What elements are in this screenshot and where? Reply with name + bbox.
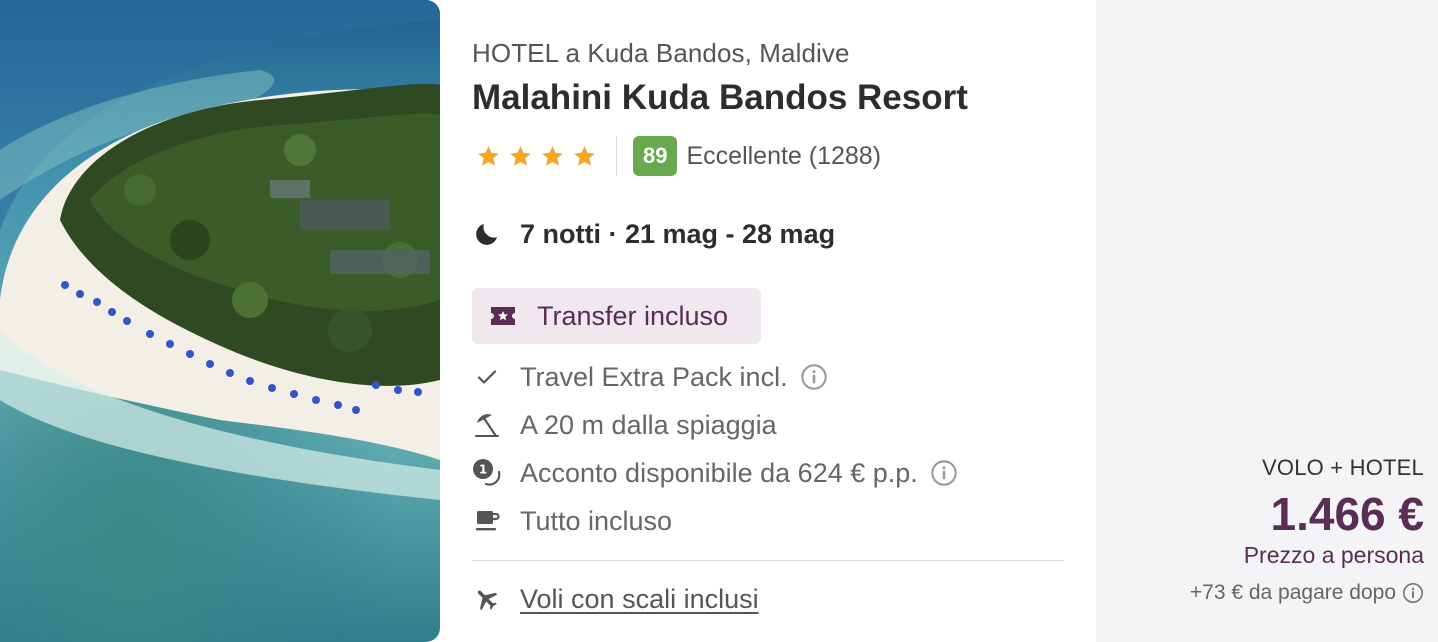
- star-icon: [478, 145, 499, 166]
- star-icon: [510, 145, 531, 166]
- rating-row: 89 Eccellente (1288): [472, 136, 881, 176]
- airplane-icon: [472, 584, 502, 614]
- info-icon[interactable]: [1402, 582, 1424, 604]
- hotel-offer-card[interactable]: HOTEL a Kuda Bandos, Maldive Malahini Ku…: [0, 0, 1438, 642]
- info-icon[interactable]: [800, 363, 828, 391]
- flights-link[interactable]: Voli con scali inclusi: [520, 584, 759, 615]
- divider: [472, 560, 1064, 561]
- star-icon: [542, 145, 563, 166]
- offer-details: HOTEL a Kuda Bandos, Maldive Malahini Ku…: [472, 0, 1064, 642]
- coffee-cup-icon: [472, 506, 502, 536]
- ticket-star-icon: [491, 307, 515, 325]
- pay-later-note: +73 € da pagare dopo: [1124, 581, 1424, 605]
- review-score-badge: 89: [633, 136, 678, 176]
- feature-travel-extra: Travel Extra Pack incl.: [472, 357, 828, 397]
- feature-all-inclusive: Tutto incluso: [472, 501, 672, 541]
- svg-text:1: 1: [479, 463, 487, 477]
- price-panel: VOLO + HOTEL 1.466 € Prezzo a persona +7…: [1124, 455, 1424, 605]
- rating-divider: [616, 136, 617, 176]
- beach-umbrella-icon: [472, 410, 502, 440]
- deposit-coin-icon: 1: [472, 458, 502, 488]
- feature-beach-distance: A 20 m dalla spiaggia: [472, 405, 777, 445]
- transfer-label: Transfer incluso: [537, 300, 729, 331]
- check-icon: [472, 362, 502, 392]
- stay-dates: 7 notti · 21 mag - 28 mag: [472, 214, 835, 254]
- moon-icon: [476, 224, 497, 245]
- feature-deposit: 1 Acconto disponibile da 624 € p.p.: [472, 453, 958, 493]
- total-price: 1.466 €: [1270, 488, 1424, 540]
- review-summary[interactable]: Eccellente (1288): [686, 142, 881, 171]
- star-rating: [472, 144, 597, 169]
- hotel-location: HOTEL a Kuda Bandos, Maldive: [472, 38, 850, 68]
- price-per-person-label: Prezzo a persona: [1243, 541, 1424, 568]
- feature-label: A 20 m dalla spiaggia: [520, 409, 777, 440]
- hotel-photo[interactable]: [0, 0, 440, 642]
- star-icon: [574, 145, 595, 166]
- feature-label: Tutto incluso: [520, 505, 673, 536]
- offer-main-section: HOTEL a Kuda Bandos, Maldive Malahini Ku…: [0, 0, 1096, 642]
- feature-label: Acconto disponibile da 624 € p.p.: [520, 457, 918, 488]
- info-icon[interactable]: [930, 459, 958, 487]
- flights-info: Voli con scali inclusi: [472, 579, 759, 619]
- hotel-name[interactable]: Malahini Kuda Bandos Resort: [472, 78, 968, 118]
- pay-later-text: +73 € da pagare dopo: [1189, 580, 1396, 604]
- stay-dates-text: 7 notti · 21 mag - 28 mag: [520, 218, 836, 249]
- package-type: VOLO + HOTEL: [1262, 455, 1424, 480]
- feature-label: Travel Extra Pack incl.: [520, 361, 788, 392]
- transfer-badge: Transfer incluso: [472, 288, 761, 344]
